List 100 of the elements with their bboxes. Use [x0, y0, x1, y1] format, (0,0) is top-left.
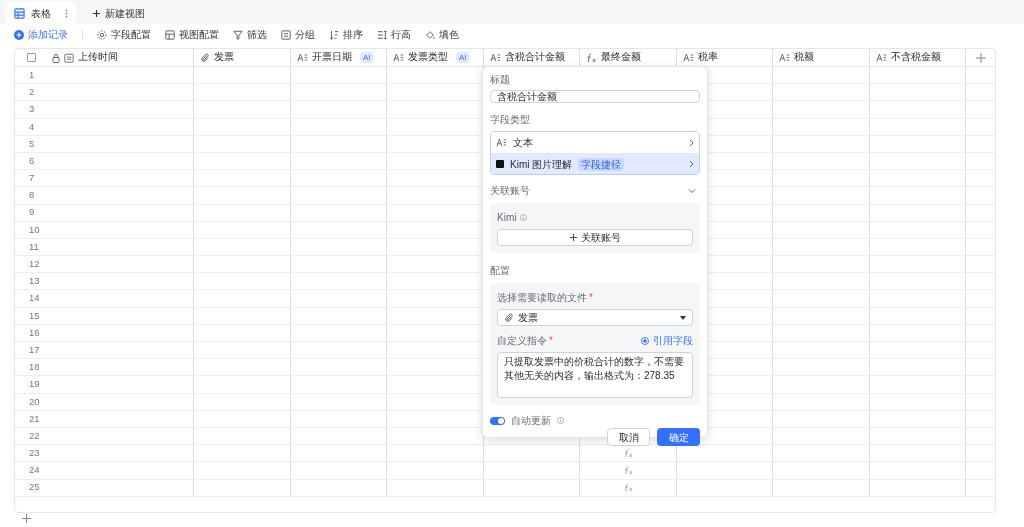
toolbar-button[interactable]: 行高: [377, 27, 411, 43]
paperclip-icon: [200, 52, 210, 63]
row-number: 22: [28, 428, 40, 443]
text-type-icon: [393, 53, 404, 62]
caret-down-icon: [680, 315, 686, 320]
text-type-icon: [876, 53, 887, 62]
row-number: 23: [28, 446, 40, 461]
field-label: 字段类型: [490, 113, 531, 127]
row-number: 17: [28, 342, 40, 357]
view-icon: [165, 30, 175, 40]
file-dropdown[interactable]: 发票: [497, 309, 693, 326]
toolbar-button[interactable]: 分组: [281, 27, 315, 43]
toggle-label: 自动更新: [511, 414, 551, 428]
field-label: 选择需要读取的文件: [497, 291, 587, 305]
prompt-field[interactable]: 只提取发票中的价税合计的数字，不需要其他无关的内容，输出格式为：278.35: [497, 352, 693, 398]
section-label: 关联账号: [490, 184, 530, 198]
new-view-button[interactable]: 新建视图: [88, 2, 149, 24]
reference-field-link[interactable]: 引用字段: [641, 333, 693, 348]
formula-icon: [623, 448, 633, 458]
plus-icon: [92, 8, 101, 18]
toolbar-button[interactable]: 排序: [329, 27, 363, 43]
link-account-button[interactable]: 关联账号: [497, 229, 693, 246]
more-icon[interactable]: [65, 8, 68, 18]
plus-circle-icon: [14, 30, 24, 40]
field-type-option[interactable]: Kimi 图片理解 字段捷径: [491, 153, 699, 174]
column-title: 开票日期: [312, 50, 352, 65]
title-field[interactable]: 含税合计金额: [490, 90, 700, 103]
ai-badge: AI: [360, 52, 374, 63]
chevron-right-icon: [689, 160, 694, 168]
target-icon: [641, 336, 649, 345]
toolbar-button[interactable]: 视图配置: [165, 27, 219, 43]
column-title: 发票类型: [408, 50, 448, 65]
column-header[interactable]: 发票类型 AI: [387, 49, 484, 66]
row-number: 11: [28, 239, 39, 254]
field-label: 自定义指令: [497, 334, 547, 348]
column-header[interactable]: 上传时间: [15, 49, 194, 66]
info-icon: [557, 417, 564, 424]
kimi-logo-icon: [496, 160, 504, 168]
toolbar-button[interactable]: 筛选: [233, 27, 267, 43]
row-number: 18: [28, 360, 40, 375]
add-row-button[interactable]: [20, 512, 32, 525]
plus-icon: [975, 52, 986, 63]
text-type-icon: [297, 53, 308, 62]
toolbar-button[interactable]: 填色: [425, 27, 459, 43]
row-number: 8: [28, 188, 35, 203]
formula-icon: [623, 465, 633, 475]
column-header[interactable]: 开票日期 AI: [291, 49, 387, 66]
option-label: 文本: [513, 136, 533, 150]
row-number: 2: [28, 85, 35, 100]
row-number: 13: [28, 274, 40, 289]
ai-badge: AI: [456, 52, 470, 63]
column-header[interactable]: 税额: [773, 49, 870, 66]
column-title: 上传时间: [78, 50, 118, 65]
row-number: 16: [28, 325, 40, 340]
required-mark: *: [549, 334, 553, 348]
gear-icon: [97, 30, 107, 40]
row-number: 21: [28, 411, 40, 426]
chevron-right-icon: [689, 138, 694, 147]
toolbar-button[interactable]: 字段配置: [97, 27, 151, 43]
required-mark: *: [589, 291, 593, 305]
row-number: 7: [28, 171, 35, 186]
cancel-button[interactable]: 取消: [607, 428, 650, 446]
column-title: 最终金额: [601, 50, 641, 65]
row-number: 3: [28, 102, 35, 117]
tag: 字段捷径: [578, 157, 625, 171]
chevron-down-icon[interactable]: [688, 186, 696, 195]
row-number: 4: [28, 119, 35, 134]
view-tab[interactable]: 表格: [6, 2, 76, 24]
column-title: 税率: [698, 50, 718, 65]
lock-icon: [52, 52, 60, 63]
table-icon: [14, 7, 25, 19]
paperclip-icon: [504, 312, 514, 323]
text-type-icon: [683, 53, 694, 62]
checkbox[interactable]: [27, 53, 36, 62]
text-type-icon: [496, 138, 507, 147]
row-number: 10: [28, 222, 40, 237]
text-type-icon: [779, 53, 790, 62]
text-type-icon: [490, 53, 501, 62]
row-number: 20: [28, 394, 40, 409]
add-record-button[interactable]: 添加记录: [14, 27, 68, 43]
row-number: 14: [28, 291, 40, 306]
column-header[interactable]: 不含税金额: [870, 49, 966, 66]
toggle-switch[interactable]: [490, 416, 505, 425]
field-label: 标题: [490, 73, 511, 87]
row-number: 6: [28, 153, 35, 168]
info-icon: [520, 214, 528, 221]
row-number: 15: [28, 308, 40, 323]
row-number: 24: [28, 463, 40, 478]
column-title: 税额: [794, 50, 814, 65]
paint-bucket-icon: [425, 30, 435, 40]
row-number: 1: [28, 67, 35, 82]
filter-icon: [233, 30, 243, 40]
option-label: Kimi 图片理解: [510, 157, 573, 172]
column-title: 含税合计金额: [505, 50, 565, 65]
column-title: 发票: [214, 50, 234, 65]
column-title: 不含税金额: [891, 50, 941, 65]
section-label: 配置: [490, 264, 511, 278]
confirm-button[interactable]: 确定: [657, 428, 700, 446]
account-name: Kimi: [497, 211, 517, 225]
column-header[interactable]: 发票: [194, 49, 291, 66]
